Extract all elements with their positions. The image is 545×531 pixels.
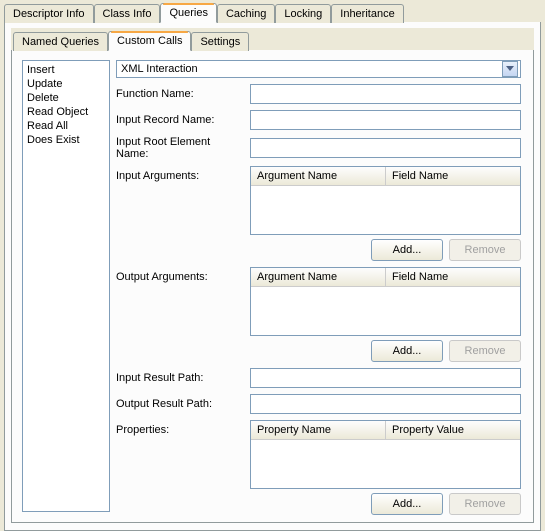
output-arguments-table[interactable]: Argument Name Field Name — [250, 267, 521, 336]
column-header[interactable]: Property Value — [386, 421, 520, 439]
tab-class-info[interactable]: Class Info — [94, 4, 161, 23]
function-name-input[interactable] — [250, 84, 521, 104]
input-arguments-remove-button: Remove — [449, 239, 521, 261]
inner-tab-strip: Named Queries Custom Calls Settings — [11, 28, 534, 50]
list-item[interactable]: Delete — [23, 91, 109, 105]
tab-label: Named Queries — [22, 36, 99, 48]
table-body — [251, 287, 520, 335]
list-item[interactable]: Read All — [23, 119, 109, 133]
properties-add-button[interactable]: Add... — [371, 493, 443, 515]
table-body — [251, 440, 520, 488]
tab-descriptor-info[interactable]: Descriptor Info — [4, 4, 94, 23]
input-record-name-input[interactable] — [250, 110, 521, 130]
dropdown-value: XML Interaction — [121, 63, 198, 75]
form-pane: XML Interaction Function Name: Input Rec… — [116, 60, 523, 512]
chevron-down-icon — [506, 66, 514, 72]
output-result-path-label: Output Result Path: — [116, 398, 244, 410]
table-header: Property Name Property Value — [251, 421, 520, 440]
tab-label: Settings — [200, 36, 240, 48]
input-arguments-add-button[interactable]: Add... — [371, 239, 443, 261]
list-item[interactable]: Update — [23, 77, 109, 91]
table-header: Argument Name Field Name — [251, 268, 520, 287]
tab-label: Locking — [284, 8, 322, 20]
function-name-label: Function Name: — [116, 88, 244, 100]
tab-queries[interactable]: Queries — [160, 3, 217, 23]
input-record-name-label: Input Record Name: — [116, 114, 244, 126]
list-item[interactable]: Insert — [23, 63, 109, 77]
tab-caching[interactable]: Caching — [217, 4, 275, 23]
properties-table[interactable]: Property Name Property Value — [250, 420, 521, 489]
output-arguments-label: Output Arguments: — [116, 267, 244, 362]
table-body — [251, 186, 520, 234]
column-header[interactable]: Argument Name — [251, 268, 386, 286]
column-header[interactable]: Property Name — [251, 421, 386, 439]
input-arguments-table[interactable]: Argument Name Field Name — [250, 166, 521, 235]
column-header[interactable]: Field Name — [386, 167, 520, 185]
table-header: Argument Name Field Name — [251, 167, 520, 186]
input-root-element-name-input[interactable] — [250, 138, 521, 158]
tab-label: Class Info — [103, 8, 152, 20]
interaction-type-dropdown[interactable]: XML Interaction — [116, 60, 521, 78]
query-type-list[interactable]: Insert Update Delete Read Object Read Al… — [22, 60, 110, 512]
custom-calls-panel: Insert Update Delete Read Object Read Al… — [11, 49, 534, 523]
list-item[interactable]: Does Exist — [23, 133, 109, 147]
output-result-path-input[interactable] — [250, 394, 521, 414]
properties-label: Properties: — [116, 420, 244, 515]
tab-inheritance[interactable]: Inheritance — [331, 4, 403, 23]
properties-remove-button: Remove — [449, 493, 521, 515]
tab-label: Custom Calls — [117, 35, 182, 47]
tab-label: Queries — [169, 7, 208, 19]
tab-custom-calls[interactable]: Custom Calls — [108, 31, 191, 51]
list-item[interactable]: Read Object — [23, 105, 109, 119]
tab-label: Caching — [226, 8, 266, 20]
top-tab-strip: Descriptor Info Class Info Queries Cachi… — [0, 0, 545, 22]
tab-named-queries[interactable]: Named Queries — [13, 32, 108, 51]
input-result-path-input[interactable] — [250, 368, 521, 388]
dropdown-button[interactable] — [502, 61, 518, 77]
tab-locking[interactable]: Locking — [275, 4, 331, 23]
input-root-element-name-label: Input Root Element Name: — [116, 136, 244, 160]
column-header[interactable]: Field Name — [386, 268, 520, 286]
input-result-path-label: Input Result Path: — [116, 372, 244, 384]
output-arguments-remove-button: Remove — [449, 340, 521, 362]
queries-panel: Named Queries Custom Calls Settings Inse… — [4, 21, 541, 531]
tab-settings[interactable]: Settings — [191, 32, 249, 51]
tab-label: Inheritance — [340, 8, 394, 20]
output-arguments-add-button[interactable]: Add... — [371, 340, 443, 362]
tab-label: Descriptor Info — [13, 8, 85, 20]
column-header[interactable]: Argument Name — [251, 167, 386, 185]
input-arguments-label: Input Arguments: — [116, 166, 244, 261]
